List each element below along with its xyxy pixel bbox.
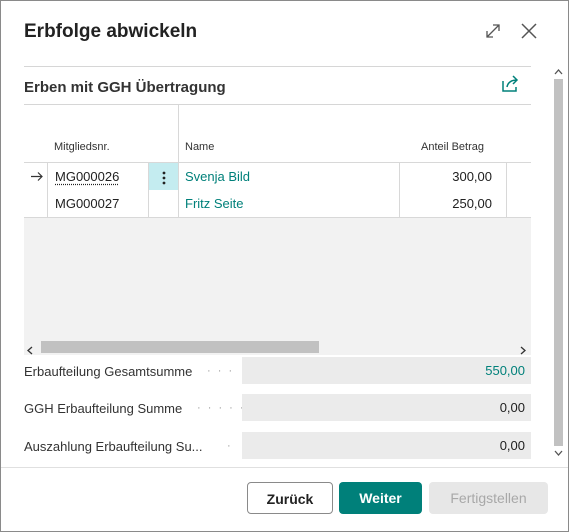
mitgliedsnr-cell[interactable]: MG000027: [55, 190, 119, 217]
cell-divider: [178, 190, 179, 217]
vertical-scrollbar-thumb[interactable]: [554, 79, 563, 446]
next-button[interactable]: Weiter: [339, 482, 422, 514]
share-button[interactable]: [501, 75, 523, 95]
scroll-up-icon[interactable]: [553, 66, 564, 77]
label-leader-dots: · · · · ·: [197, 402, 246, 414]
horizontal-scrollbar[interactable]: [24, 340, 531, 355]
cell-divider: [148, 190, 149, 217]
close-icon: [521, 23, 537, 39]
expand-button[interactable]: [481, 19, 505, 43]
more-vertical-icon: [162, 171, 165, 184]
name-link[interactable]: Svenja Bild: [185, 163, 250, 190]
cell-divider: [47, 190, 48, 217]
gesamtsumme-value[interactable]: 550,00: [242, 357, 531, 384]
column-header-anteil-betrag[interactable]: Anteil Betrag: [421, 141, 484, 153]
footer-divider: [1, 467, 568, 468]
column-divider: [178, 105, 179, 162]
mitgliedsnr-cell[interactable]: MG000026: [55, 163, 119, 190]
vertical-scrollbar[interactable]: [552, 66, 564, 459]
cell-divider: [506, 190, 507, 217]
cell-divider: [47, 163, 48, 190]
finish-button[interactable]: Fertigstellen: [429, 482, 548, 514]
scroll-left-icon[interactable]: [27, 342, 33, 360]
section-title: Erben mit GGH Übertragung: [24, 79, 226, 96]
close-button[interactable]: [517, 19, 541, 43]
dialog-title: Erbfolge abwickeln: [24, 21, 198, 42]
expand-icon: [486, 24, 500, 38]
row-action-button[interactable]: [149, 163, 178, 190]
back-button[interactable]: Zurück: [247, 482, 333, 514]
ggh-summe-label: GGH Erbaufteilung Summe: [24, 401, 183, 416]
column-header-name[interactable]: Name: [185, 141, 214, 153]
table-header: Mitgliedsnr. Name Anteil Betrag: [24, 105, 531, 162]
dialog: Erbfolge abwickeln Erben mit GGH Übertra…: [0, 0, 569, 532]
gesamtsumme-label: Erbaufteilung Gesamtsumme: [24, 364, 193, 379]
auszahlung-label: Auszahlung Erbaufteilung Su...: [24, 439, 203, 454]
cell-divider: [178, 163, 179, 190]
table-row[interactable]: MG000026 Svenja Bild 300,00: [24, 162, 531, 191]
label-leader-dots: · · ·: [207, 365, 235, 377]
heirs-table: Mitgliedsnr. Name Anteil Betrag MG000026…: [24, 105, 531, 355]
cell-divider: [506, 163, 507, 190]
auszahlung-value: 0,00: [242, 432, 531, 459]
anteil-betrag-cell[interactable]: 250,00: [400, 190, 492, 217]
horizontal-scrollbar-thumb[interactable]: [41, 341, 319, 353]
row-indicator-icon: [30, 163, 44, 190]
name-link[interactable]: Fritz Seite: [185, 190, 244, 217]
share-icon: [502, 75, 519, 92]
scroll-down-icon[interactable]: [553, 447, 564, 458]
column-header-mitgliedsnr[interactable]: Mitgliedsnr.: [54, 141, 110, 153]
table-row[interactable]: MG000027 Fritz Seite 250,00: [24, 190, 531, 218]
section-top-divider: [24, 66, 531, 67]
anteil-betrag-cell[interactable]: 300,00: [400, 163, 492, 190]
ggh-summe-value: 0,00: [242, 394, 531, 421]
label-leader-dots: ·: [227, 440, 233, 452]
